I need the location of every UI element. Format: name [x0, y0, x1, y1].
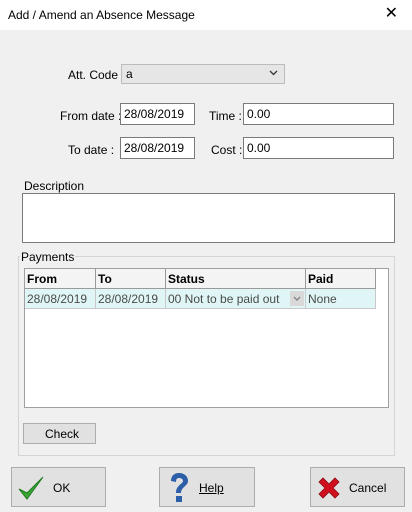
chevron-down-icon [269, 70, 278, 76]
att-code-select[interactable]: a [121, 64, 285, 84]
ok-button[interactable]: OK [11, 467, 106, 507]
cell-to[interactable]: 28/08/2019 [96, 289, 166, 309]
to-date-value: 28/08/2019 [124, 141, 185, 155]
column-header-paid[interactable]: Paid [306, 269, 376, 289]
cost-label: Cost : [211, 143, 243, 157]
cancel-button[interactable]: Cancel [310, 467, 405, 507]
cancel-button-label: Cancel [349, 481, 387, 495]
payments-grid[interactable]: From To Status Paid 28/08/2019 28/08/201… [24, 268, 389, 408]
time-field[interactable]: 0.00 [243, 103, 394, 125]
window-title: Add / Amend an Absence Message [8, 8, 195, 22]
description-label: Description [24, 179, 85, 193]
to-date-field[interactable]: 28/08/2019 [120, 137, 195, 159]
column-header-from[interactable]: From [25, 269, 96, 289]
help-button-label: Help [199, 481, 224, 495]
from-date-value: 28/08/2019 [124, 107, 185, 121]
cell-status[interactable]: 00 Not to be paid out [166, 289, 306, 309]
check-button[interactable]: Check [23, 423, 96, 444]
att-code-value: a [126, 67, 133, 81]
cancel-x-icon [318, 477, 340, 499]
description-field[interactable] [22, 193, 395, 243]
cell-from[interactable]: 28/08/2019 [25, 289, 96, 309]
cell-status-value: 00 Not to be paid out [168, 292, 280, 306]
table-row[interactable]: 28/08/2019 28/08/2019 00 Not to be paid … [25, 289, 376, 309]
cell-paid[interactable]: None [306, 289, 376, 309]
from-date-label: From date : [60, 109, 122, 123]
from-date-field[interactable]: 28/08/2019 [120, 103, 195, 125]
cost-value: 0.00 [247, 141, 271, 155]
title-bar: Add / Amend an Absence Message ✕ [0, 0, 412, 30]
cost-field[interactable]: 0.00 [243, 137, 394, 159]
checkmark-icon [18, 476, 44, 500]
column-header-status[interactable]: Status [166, 269, 306, 289]
time-value: 0.00 [247, 107, 271, 121]
time-label: Time : [209, 109, 242, 123]
question-mark-icon [171, 473, 188, 502]
check-button-label: Check [45, 427, 80, 441]
payments-group-label: Payments [20, 250, 76, 264]
help-button[interactable]: Help [159, 467, 255, 507]
column-header-to[interactable]: To [96, 269, 166, 289]
grid-header: From To Status Paid [25, 269, 376, 289]
ok-button-label: OK [53, 481, 71, 495]
chevron-down-icon[interactable] [290, 291, 304, 306]
att-code-label: Att. Code [68, 68, 119, 82]
close-icon[interactable]: ✕ [385, 6, 398, 22]
to-date-label: To date : [68, 143, 115, 157]
